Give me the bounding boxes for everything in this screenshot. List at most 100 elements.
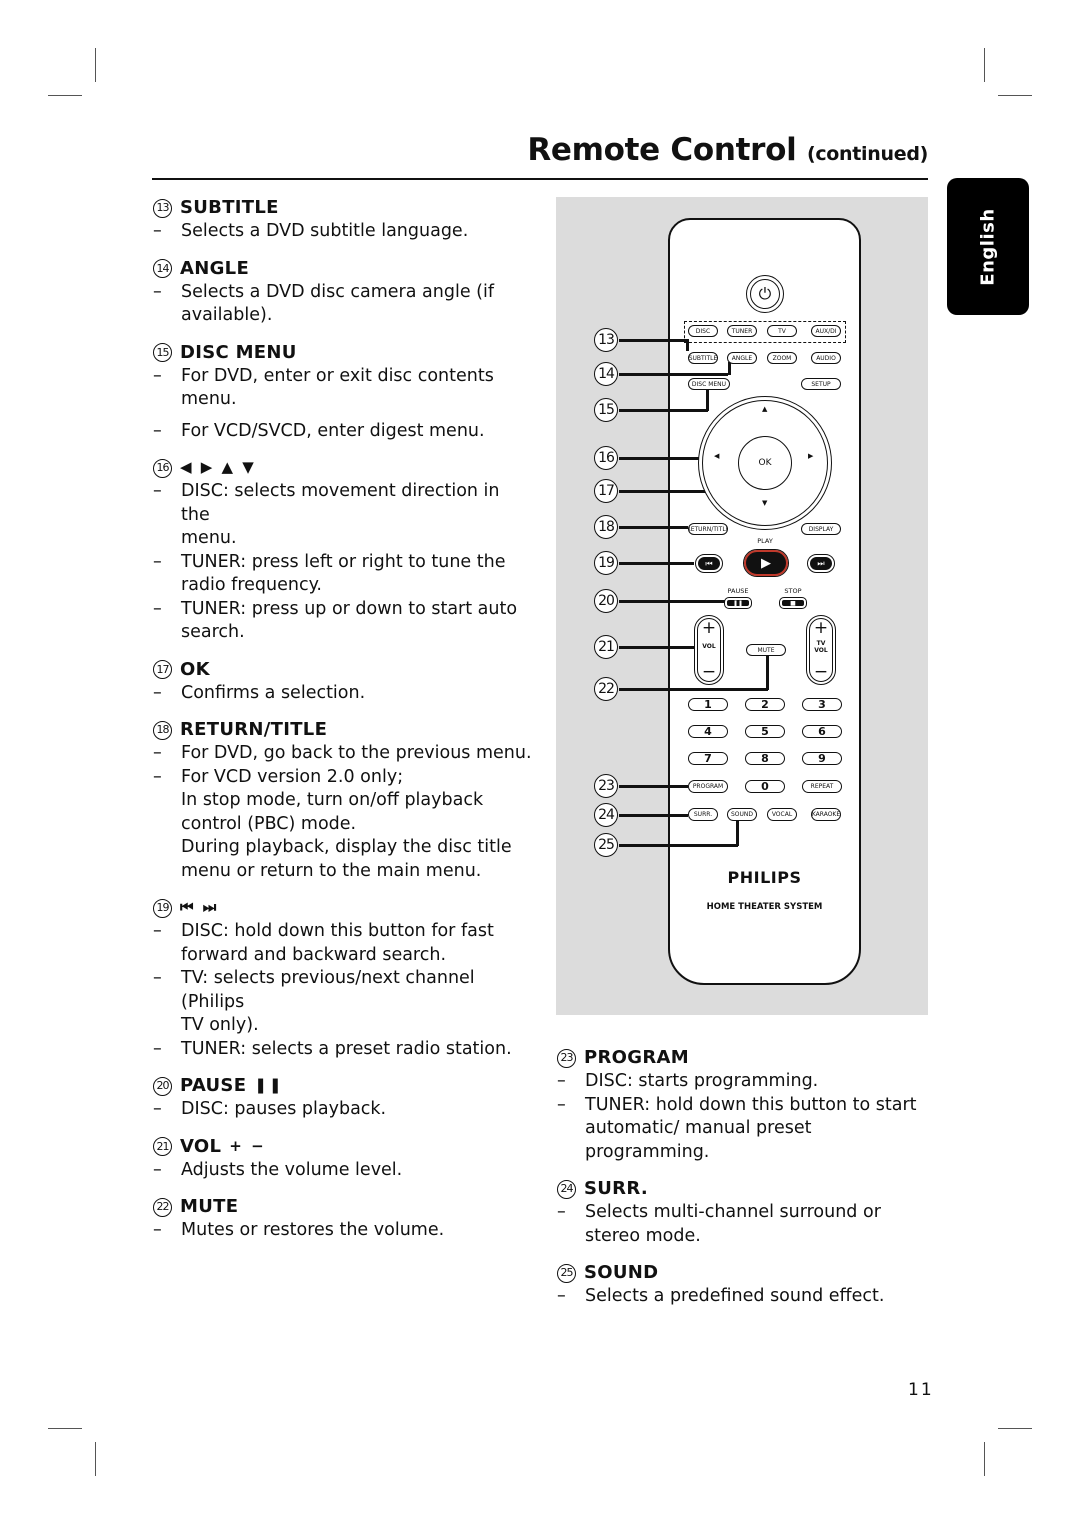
number-key-6[interactable]: 6	[802, 725, 842, 738]
item-label: RETURN/TITLE	[180, 719, 328, 741]
callout-leader-line	[668, 409, 708, 412]
description-line: – Adjusts the volume level.	[153, 1159, 533, 1183]
page-number: 11	[908, 1380, 934, 1400]
repeat-button[interactable]: REPEAT	[802, 780, 842, 793]
description-line: – For VCD/SVCD, enter digest menu.	[153, 420, 533, 444]
number-key-9[interactable]: 9	[802, 752, 842, 765]
callout-leader-line	[668, 785, 688, 788]
remote-button-zoom[interactable]: ZOOM	[767, 352, 797, 364]
item-number-badge: 22	[153, 1197, 172, 1217]
number-key-4[interactable]: 4	[688, 725, 728, 738]
description-line: – TUNER: selects a preset radio station.	[153, 1038, 533, 1062]
previous-button[interactable]: ⏮	[695, 554, 723, 573]
tv-volume-rocker[interactable]: + TV VOL −	[806, 615, 836, 685]
callout-leader-line	[728, 362, 731, 375]
description-line: – TUNER: press left or right to tune the	[153, 551, 533, 575]
item-label: SURR.	[584, 1178, 648, 1200]
item-heading: 24 SURR.	[557, 1177, 927, 1201]
ok-button[interactable]: OK	[738, 436, 792, 490]
remote-button-vocal[interactable]: VOCAL	[767, 808, 797, 821]
callout-leader-line	[619, 373, 668, 376]
remote-button-karaoke[interactable]: KARAOKE	[811, 808, 841, 821]
bullet-dash: –	[153, 551, 162, 572]
callout-number: 16	[594, 446, 618, 470]
bullet-dash: –	[153, 766, 162, 787]
number-key-5[interactable]: 5	[745, 725, 785, 738]
callout-leader-line	[619, 688, 668, 691]
page-title: Remote Control (continued)	[527, 132, 928, 168]
tv-vol-label: TV VOL	[807, 640, 835, 654]
number-key-0[interactable]: 0	[745, 780, 785, 793]
item-heading: 22 MUTE	[153, 1195, 533, 1219]
item-heading: 20 PAUSE ❚❚	[153, 1074, 533, 1098]
description-line: – For VCD version 2.0 only;	[153, 766, 533, 790]
description-text: automatic/ manual preset programming.	[585, 1118, 812, 1162]
item-number-badge: 18	[153, 720, 172, 740]
setup-button[interactable]: SETUP	[801, 378, 841, 390]
description-text: TV only).	[181, 1015, 259, 1035]
description-text: DISC: starts programming.	[585, 1071, 819, 1091]
number-key-8[interactable]: 8	[745, 752, 785, 765]
description-text: TUNER: press up or down to start auto	[181, 598, 518, 619]
next-button[interactable]: ⏭	[807, 554, 835, 573]
program-button[interactable]: PROGRAM	[688, 780, 728, 793]
source-button-tv[interactable]: TV	[767, 325, 797, 337]
vol-label: VOL	[814, 647, 828, 654]
source-button-tuner[interactable]: TUNER	[727, 325, 757, 337]
callout-leader-line	[668, 373, 728, 376]
bullet-dash: –	[153, 1038, 162, 1059]
item-label: SOUND	[584, 1262, 659, 1284]
description-text: Selects multi-channel surround or	[585, 1202, 881, 1222]
bullet-dash: –	[153, 1159, 162, 1180]
description-text: radio frequency.	[181, 575, 322, 595]
description-text: For DVD, enter or exit disc contents	[181, 365, 494, 386]
number-key-2[interactable]: 2	[745, 698, 785, 711]
description-item: 16 ◀ ▶ ▲ ▼ – DISC: selects movement directi…	[153, 456, 533, 645]
source-button-disc[interactable]: DISC	[688, 325, 718, 337]
description-item: 20 PAUSE ❚❚ – DISC: pauses playback.	[153, 1074, 533, 1122]
description-line: available).	[153, 304, 533, 328]
bullet-dash: –	[153, 598, 162, 619]
remote-button-angle[interactable]: ANGLE	[727, 352, 757, 364]
bullet-dash: –	[153, 1099, 162, 1119]
volume-rocker[interactable]: + VOL −	[694, 615, 724, 685]
item-label: DISC MENU	[180, 341, 297, 363]
description-text: control (PBC) mode.	[181, 813, 357, 834]
arrow-left-icon[interactable]: ◀	[714, 452, 719, 460]
remote-button-surr[interactable]: SURR.	[688, 808, 718, 821]
description-text: Selects a DVD subtitle language.	[181, 221, 469, 241]
description-line: – DISC: hold down this button for fast	[153, 920, 533, 944]
bullet-dash: –	[153, 481, 162, 501]
callout-number: 22	[594, 677, 618, 701]
description-text: stereo mode.	[585, 1225, 701, 1246]
crop-mark	[998, 95, 1032, 96]
number-key-1[interactable]: 1	[688, 698, 728, 711]
callout-leader-line	[619, 490, 668, 493]
item-heading: 23 PROGRAM	[557, 1046, 927, 1070]
arrow-up-icon[interactable]: ▲	[762, 405, 767, 413]
bullet-dash: –	[557, 1286, 566, 1306]
display-button[interactable]: DISPLAY	[801, 523, 841, 535]
item-label: ANGLE	[180, 257, 250, 279]
bullet-dash: –	[153, 365, 162, 386]
number-key-7[interactable]: 7	[688, 752, 728, 765]
remote-button-sound[interactable]: SOUND	[727, 808, 757, 821]
mute-button[interactable]: MUTE	[746, 644, 786, 656]
remote-button-subtitle[interactable]: SUBTITLE	[688, 352, 718, 364]
description-text: DISC: hold down this button for fast	[181, 921, 494, 941]
disc-menu-button[interactable]: DISC MENU	[688, 378, 730, 390]
pause-button[interactable]: ❚❚	[724, 597, 752, 609]
play-button[interactable]: ▶	[743, 549, 789, 577]
source-button-auxdi[interactable]: AUX/DI	[811, 325, 841, 337]
description-text: menu.	[181, 528, 237, 548]
stop-button[interactable]: ■	[779, 597, 807, 609]
bullet-dash: –	[557, 1071, 566, 1091]
description-line: – Selects multi-channel surround or	[557, 1201, 927, 1225]
remote-button-audio[interactable]: AUDIO	[811, 352, 841, 364]
number-key-3[interactable]: 3	[802, 698, 842, 711]
power-button[interactable]: ⏻	[746, 275, 784, 313]
return-title-button[interactable]: RETURN/TITLE	[688, 523, 728, 535]
arrow-down-icon[interactable]: ▼	[762, 499, 767, 507]
item-symbol-icon: + −	[229, 1136, 266, 1155]
arrow-right-icon[interactable]: ▶	[808, 452, 813, 460]
